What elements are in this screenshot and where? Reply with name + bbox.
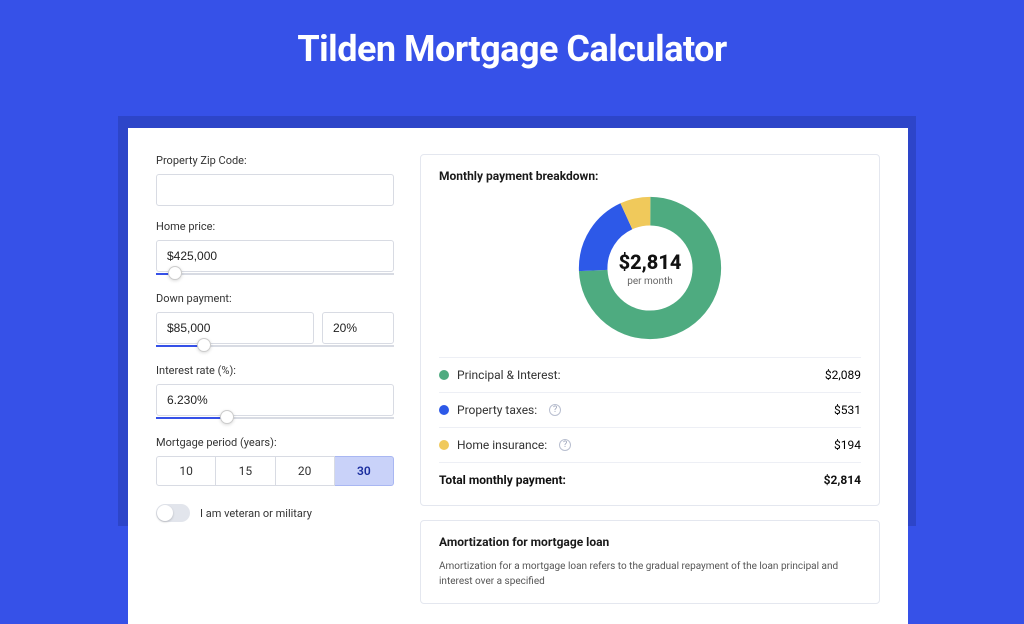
period-option-20[interactable]: 20	[276, 456, 335, 486]
zip-input[interactable]	[156, 174, 394, 206]
donut-wrap: $2,814 per month	[439, 193, 861, 343]
field-interest-rate: Interest rate (%):	[156, 364, 394, 422]
breakdown-column: Monthly payment breakdown: $2,814 per mo…	[420, 154, 880, 604]
period-segments: 10152030	[156, 456, 394, 486]
amortization-panel: Amortization for mortgage loan Amortizat…	[420, 520, 880, 604]
total-label: Total monthly payment:	[439, 473, 566, 487]
amortization-text: Amortization for a mortgage loan refers …	[439, 559, 861, 589]
slider-fill	[156, 417, 227, 419]
down-amount-input[interactable]	[156, 312, 314, 344]
price-slider[interactable]	[156, 270, 394, 278]
legend-dot-icon	[439, 405, 449, 415]
legend-label: Home insurance:	[457, 438, 547, 452]
price-input[interactable]	[156, 240, 394, 272]
donut-chart: $2,814 per month	[575, 193, 725, 343]
veteran-toggle[interactable]	[156, 504, 190, 522]
calculator-card: Property Zip Code: Home price: Down paym…	[128, 128, 908, 624]
legend-label: Property taxes:	[457, 403, 537, 417]
total-row: Total monthly payment: $2,814	[439, 462, 861, 487]
field-down-payment: Down payment:	[156, 292, 394, 350]
slider-track	[156, 273, 394, 275]
legend-label: Principal & Interest:	[457, 368, 561, 382]
form-column: Property Zip Code: Home price: Down paym…	[156, 154, 394, 604]
donut-sub: per month	[627, 276, 673, 287]
breakdown-panel: Monthly payment breakdown: $2,814 per mo…	[420, 154, 880, 506]
field-zip: Property Zip Code:	[156, 154, 394, 206]
legend-row: Property taxes:? $531	[439, 392, 861, 427]
period-label: Mortgage period (years):	[156, 436, 394, 449]
period-option-30[interactable]: 30	[335, 456, 394, 486]
field-home-price: Home price:	[156, 220, 394, 278]
field-mortgage-period: Mortgage period (years): 10152030	[156, 436, 394, 486]
veteran-row: I am veteran or military	[156, 504, 394, 522]
down-slider[interactable]	[156, 342, 394, 350]
donut-amount: $2,814	[619, 250, 682, 274]
page-title: Tilden Mortgage Calculator	[0, 0, 1024, 90]
rate-label: Interest rate (%):	[156, 364, 394, 377]
legend-dot-icon	[439, 370, 449, 380]
period-option-10[interactable]: 10	[156, 456, 216, 486]
legend-value: $531	[834, 403, 861, 417]
help-icon[interactable]: ?	[559, 439, 571, 451]
donut-center: $2,814 per month	[575, 193, 725, 343]
rate-input[interactable]	[156, 384, 394, 416]
veteran-label: I am veteran or military	[200, 507, 312, 520]
price-label: Home price:	[156, 220, 394, 233]
legend-row: Home insurance:? $194	[439, 427, 861, 462]
rate-slider[interactable]	[156, 414, 394, 422]
help-icon[interactable]: ?	[549, 404, 561, 416]
legend-value: $194	[834, 438, 861, 452]
amortization-title: Amortization for mortgage loan	[439, 535, 861, 549]
legend-row: Principal & Interest: $2,089	[439, 357, 861, 392]
toggle-knob	[157, 505, 173, 521]
down-label: Down payment:	[156, 292, 394, 305]
legend-left: Principal & Interest:	[439, 368, 561, 382]
legend-left: Property taxes:?	[439, 403, 561, 417]
zip-label: Property Zip Code:	[156, 154, 394, 167]
slider-thumb[interactable]	[168, 266, 182, 280]
breakdown-title: Monthly payment breakdown:	[439, 169, 861, 183]
legend-left: Home insurance:?	[439, 438, 571, 452]
legend-list: Principal & Interest: $2,089 Property taxe…	[439, 357, 861, 462]
legend-value: $2,089	[825, 368, 861, 382]
slider-thumb[interactable]	[220, 410, 234, 424]
slider-thumb[interactable]	[197, 338, 211, 352]
total-value: $2,814	[824, 473, 861, 487]
down-percent-input[interactable]	[322, 312, 394, 344]
legend-dot-icon	[439, 440, 449, 450]
period-option-15[interactable]: 15	[216, 456, 275, 486]
